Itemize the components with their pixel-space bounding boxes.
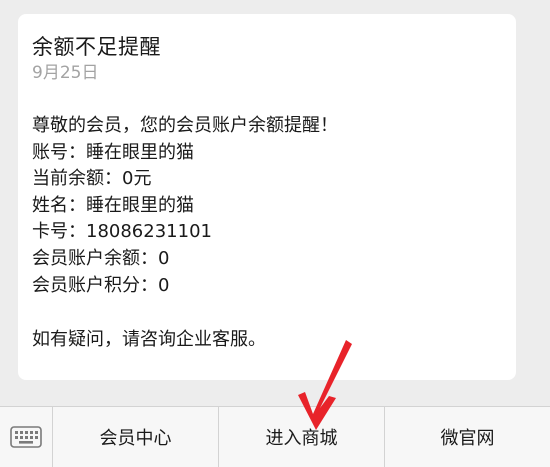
message-line-card-number: 卡号：18086231101 [32, 221, 212, 243]
menu-item-member-center[interactable]: 会员中心 [53, 407, 219, 467]
message-line-account: 账号：睡在眼里的猫 [32, 141, 194, 163]
keyboard-icon [10, 426, 42, 448]
message-card: 余额不足提醒 9月25日 尊敬的会员，您的会员账户余额提醒！ 账号：睡在眼里的猫… [18, 14, 516, 380]
message-body: 尊敬的会员，您的会员账户余额提醒！ 账号：睡在眼里的猫 当前余额：0元 姓名：睡… [32, 113, 516, 354]
message-line-greeting: 尊敬的会员，您的会员账户余额提醒！ [32, 115, 338, 136]
message-date: 9月25日 [32, 63, 99, 83]
message-line-member-balance: 会员账户余额：0 [32, 247, 170, 269]
message-line-member-points: 会员账户积分：0 [32, 274, 170, 296]
message-line-balance: 当前余额：0元 [32, 168, 152, 190]
menu-item-enter-mall[interactable]: 进入商城 [219, 407, 385, 467]
official-account-menu-bar: 会员中心 进入商城 微官网 [0, 406, 550, 467]
keyboard-toggle-button[interactable] [0, 407, 53, 467]
menu-item-official-site[interactable]: 微官网 [385, 407, 550, 467]
message-title: 余额不足提醒 [32, 35, 161, 59]
message-line-name: 姓名：睡在眼里的猫 [32, 194, 194, 216]
message-footer: 如有疑问，请咨询企业客服。 [32, 329, 266, 351]
